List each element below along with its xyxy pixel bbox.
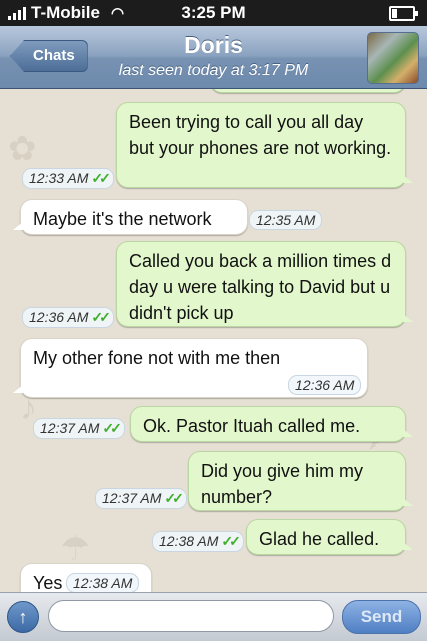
contact-avatar[interactable] [367, 32, 419, 84]
message-text: Ok. Pastor Ituah called me. [143, 416, 361, 436]
status-time: 3:25 PM [181, 3, 246, 22]
message-text: My other fone not with me then [33, 348, 281, 368]
timestamp-text: 12:37 AM [102, 490, 162, 506]
message-list[interactable]: ✿ ☼ ♪ ✈ ☂ Been trying to call you all da… [0, 89, 427, 592]
timestamp-text: 12:36 AM [29, 309, 89, 325]
timestamp-text: 12:38 AM [73, 575, 133, 591]
last-seen-status: last seen today at 3:17 PM [118, 62, 309, 79]
timestamp-text: 12:35 AM [256, 212, 316, 228]
timestamp-text: 12:36 AM [295, 377, 355, 393]
message-text: Been trying to call you all day but your… [129, 112, 392, 158]
message-bubble-outgoing[interactable]: Did you give him my number? [188, 451, 413, 511]
message-text: Called you back a million times d day u … [129, 251, 392, 323]
message-timestamp: 12:38 AM ✓✓ [152, 531, 244, 552]
double-check-icon: ✓✓ [91, 309, 111, 325]
battery-fill [392, 9, 397, 18]
composer-bar: ↑ Send [0, 592, 427, 641]
message-bubble-outgoing[interactable]: Been trying to call you all day but your… [116, 102, 413, 188]
message-text: Glad he called. [259, 529, 380, 549]
battery-icon [389, 6, 418, 21]
message-timestamp: 12:37 AM ✓✓ [95, 488, 187, 509]
message-text: Maybe it's the network [33, 209, 212, 229]
message-bubble-outgoing[interactable]: Called you back a million times d day u … [116, 241, 413, 327]
message-timestamp: 12:38 AM [66, 573, 140, 592]
message-bubble-incoming[interactable]: Maybe it's the network [13, 199, 248, 235]
message-timestamp: 12:36 AM [288, 375, 362, 395]
message-input[interactable] [48, 600, 334, 632]
wallpaper-doodle-icon: ✿ [8, 130, 37, 168]
status-bar: T-Mobile ◠ 3:25 PM [0, 0, 427, 26]
double-check-icon: ✓✓ [164, 490, 184, 506]
timestamp-text: 12:33 AM [29, 170, 89, 186]
message-text: Yes [33, 573, 63, 592]
message-text: Did you give him my number? [201, 461, 364, 507]
message-timestamp: 12:37 AM ✓✓ [33, 418, 125, 439]
message-bubble-outgoing[interactable]: Glad he called. [246, 519, 413, 555]
attach-arrow-icon[interactable]: ↑ [7, 601, 39, 633]
message-timestamp: 12:36 AM ✓✓ [22, 307, 114, 328]
contact-name[interactable]: Doris [0, 32, 427, 59]
double-check-icon: ✓✓ [91, 170, 111, 186]
timestamp-text: 12:38 AM [159, 533, 219, 549]
double-check-icon: ✓✓ [102, 420, 122, 436]
message-bubble-outgoing[interactable]: Ok. Pastor Ituah called me. [130, 406, 413, 442]
message-bubble-partial[interactable] [210, 89, 406, 93]
message-timestamp: 12:35 AM [249, 210, 323, 230]
send-button[interactable]: Send [342, 600, 421, 634]
chat-header: Chats Doris last seen today at 3:17 PM [0, 26, 427, 89]
timestamp-text: 12:37 AM [40, 420, 100, 436]
double-check-icon: ✓✓ [221, 533, 241, 549]
message-timestamp: 12:33 AM ✓✓ [22, 168, 114, 189]
